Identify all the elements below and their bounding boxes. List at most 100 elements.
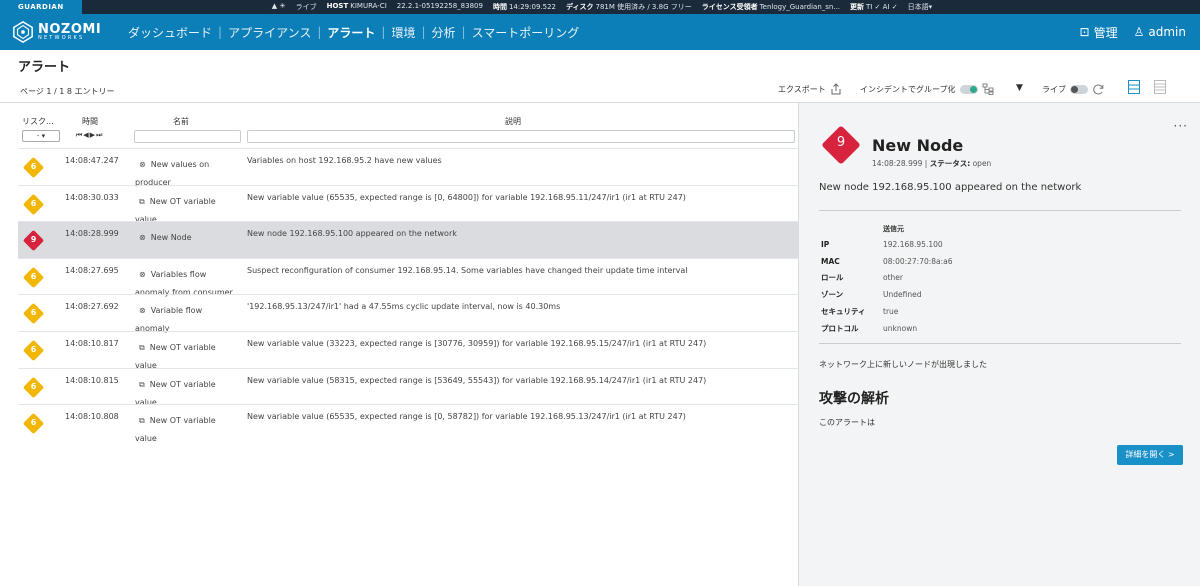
group-by-incident: インシデントでグループ化 xyxy=(860,83,994,95)
open-details-button[interactable]: 詳細を開く > xyxy=(1117,445,1183,465)
export-button[interactable]: エクスポート xyxy=(778,83,842,95)
user-name: admin xyxy=(1148,25,1186,39)
alert-name: ⊗ New Node xyxy=(135,229,235,247)
alert-description: Variables on host 192.168.95.2 have new … xyxy=(247,156,442,165)
table-row[interactable]: 9 14:08:28.999 ⊗ New Node New node 192.168.9… xyxy=(18,221,798,258)
alert-time: 14:08:28.999 xyxy=(872,159,923,168)
alert-description: New variable value (33223, expected rang… xyxy=(247,338,707,348)
disk-value: 781M 使用済み / 3.8G フリー xyxy=(595,3,692,11)
alert-description: New node 192.168.95.100 appeared on the … xyxy=(819,182,1082,193)
live-label: ライブ xyxy=(1042,85,1066,94)
status-host: HOST KIMURA-CI xyxy=(327,2,387,12)
nav-smart-polling[interactable]: スマートポーリング xyxy=(466,24,586,41)
risk-value: 6 xyxy=(30,162,37,171)
table-row[interactable]: 6 14:08:30.033 ⧉ New OT variable value New v… xyxy=(18,184,798,224)
alert-time: 14:08:47.247 xyxy=(65,156,119,165)
table-row[interactable]: 6 14:08:10.808 ⧉ New OT variable value New v… xyxy=(18,404,798,444)
status-icons: ▲ ☀ xyxy=(271,2,286,10)
language-select[interactable]: 日本語▾ xyxy=(908,2,933,12)
alert-type-icon: ⊗ xyxy=(139,269,146,279)
alert-description: New variable value (65535, expected rang… xyxy=(247,192,686,202)
group-incident-toggle[interactable] xyxy=(959,84,978,94)
time-navigation[interactable]: ⏮◀▶⏭ xyxy=(76,131,103,140)
alert-description-jp: ネットワーク上に新しいノードが出現しました xyxy=(819,360,987,369)
alert-time: 14:08:10.817 xyxy=(65,338,119,348)
table-row[interactable]: 6 14:08:47.247 ⊗ New values on producer Vari… xyxy=(18,148,798,187)
nav-analysis[interactable]: 分析 xyxy=(426,24,462,41)
alert-time: 14:08:10.808 xyxy=(65,412,119,422)
disk-label: ディスク xyxy=(565,3,594,11)
risk-value: 9 xyxy=(30,235,37,245)
prop-row: MAC 08:00:27:70:8a:a6 xyxy=(821,253,953,270)
live-toggle[interactable] xyxy=(1070,85,1088,94)
manage-label: 管理 xyxy=(1093,25,1118,40)
more-options-icon[interactable]: ··· xyxy=(1174,119,1188,133)
alert-description: New variable value (65535, expected rang… xyxy=(247,412,686,422)
user-icon: ♙ xyxy=(1133,25,1145,39)
nav-environment[interactable]: 環境 xyxy=(385,24,421,41)
table-row[interactable]: 6 14:08:10.817 ⧉ New OT variable value New v… xyxy=(18,330,798,370)
status-live: ライブ xyxy=(295,3,317,11)
nav-dashboard[interactable]: ダッシュボード xyxy=(122,24,218,41)
admin-menu[interactable]: ⊡ 管理 xyxy=(1080,24,1118,41)
table-row[interactable]: 6 14:08:10.815 ⧉ New OT variable value New v… xyxy=(18,367,798,407)
prop-value: 192.168.95.100 xyxy=(883,239,943,249)
host-label: HOST xyxy=(326,2,349,10)
col-time[interactable]: 時間 xyxy=(82,116,98,127)
prop-key: プロトコル xyxy=(821,323,859,333)
status-time: 時間 14:29:09.522 xyxy=(493,2,556,12)
prop-key: ロール xyxy=(821,273,844,283)
risk-badge: 6 xyxy=(22,156,45,179)
page-title: アラート xyxy=(18,60,71,75)
export-label: エクスポート xyxy=(778,84,826,94)
alert-title: New Node xyxy=(872,136,964,155)
alert-type-icon: ⊗ xyxy=(139,160,146,169)
alert-description: New node 192.168.95.100 appeared on the … xyxy=(247,229,457,239)
table-header: リスク... 時間 名前 説明 - ▾ ⏮◀▶⏭ xyxy=(18,110,798,148)
table-row[interactable]: 6 14:08:27.695 ⊗ Variables flow anomaly fro… xyxy=(18,257,798,297)
split-view-icon[interactable] xyxy=(1128,80,1140,94)
risk-filter-select[interactable]: - ▾ xyxy=(22,130,60,142)
risk-value: 6 xyxy=(30,271,37,281)
alert-description: New variable value (58315, expected rang… xyxy=(247,375,707,385)
source-properties: IP 192.168.95.100 MAC 08:00:27:70:8a:a6 ロー… xyxy=(821,236,953,337)
alerts-table: リスク... 時間 名前 説明 - ▾ ⏮◀▶⏭ 6 14:08:47.247 ⊗ N… xyxy=(18,110,798,444)
alert-type-icon: ⊗ xyxy=(139,233,146,243)
time-label: 時間 xyxy=(492,3,507,11)
col-description[interactable]: 説明 xyxy=(505,116,521,127)
alert-detail-panel: ··· 9 New Node 14:08:28.999 | ステータス: ope… xyxy=(798,103,1200,586)
refresh-icon[interactable] xyxy=(1092,83,1105,96)
nav-alerts[interactable]: アラート xyxy=(321,24,381,41)
user-menu[interactable]: ♙ admin xyxy=(1134,25,1186,39)
list-view-icon[interactable] xyxy=(1154,80,1166,94)
risk-value: 9 xyxy=(836,135,846,150)
name-filter-input[interactable] xyxy=(134,130,241,143)
status-disk: ディスク 781M 使用済み / 3.8G フリー xyxy=(566,2,692,12)
status-bar: GUARDIAN ▲ ☀ ライブ HOST KIMURA-CI 22.2.1-05… xyxy=(0,0,1200,14)
description-filter-input[interactable] xyxy=(247,130,795,143)
prop-key: IP xyxy=(821,239,830,249)
risk-value: 6 xyxy=(30,344,37,354)
risk-value: 6 xyxy=(30,381,37,391)
status-version: 22.2.1-05192258_83809 xyxy=(396,2,483,10)
risk-badge: 6 xyxy=(22,376,45,398)
alert-type-icon: ⊗ xyxy=(139,306,146,316)
prop-row: プロトコル unknown xyxy=(821,320,953,337)
license-value: Tenlogy_Guardian_sn... xyxy=(759,3,841,11)
risk-badge: 6 xyxy=(22,303,45,325)
filter-icon[interactable]: ▼ xyxy=(1016,83,1023,93)
table-row[interactable]: 6 14:08:27.692 ⊗ Variable flow anomaly '192.… xyxy=(18,294,798,333)
alert-type-icon: ⧉ xyxy=(139,416,145,426)
nav-appliances[interactable]: アプライアンス xyxy=(222,24,317,41)
main-nav: NOZOMI NETWORKS ダッシュボード | アプライアンス | アラート | … xyxy=(0,14,1200,50)
alert-name-text: New OT variable value xyxy=(135,416,216,444)
alert-type-icon: ⧉ xyxy=(139,342,145,352)
col-risk[interactable]: リスク... xyxy=(22,116,54,127)
prop-value: unknown xyxy=(883,323,918,333)
risk-badge: 6 xyxy=(22,193,45,215)
alert-time: 14:08:10.815 xyxy=(65,375,119,385)
alert-time: 14:08:27.695 xyxy=(65,265,119,275)
page-info: ページ 1 / 1 8 エントリー xyxy=(20,87,115,96)
col-name[interactable]: 名前 xyxy=(173,116,189,127)
nozomi-logo[interactable]: NOZOMI NETWORKS xyxy=(12,21,112,43)
